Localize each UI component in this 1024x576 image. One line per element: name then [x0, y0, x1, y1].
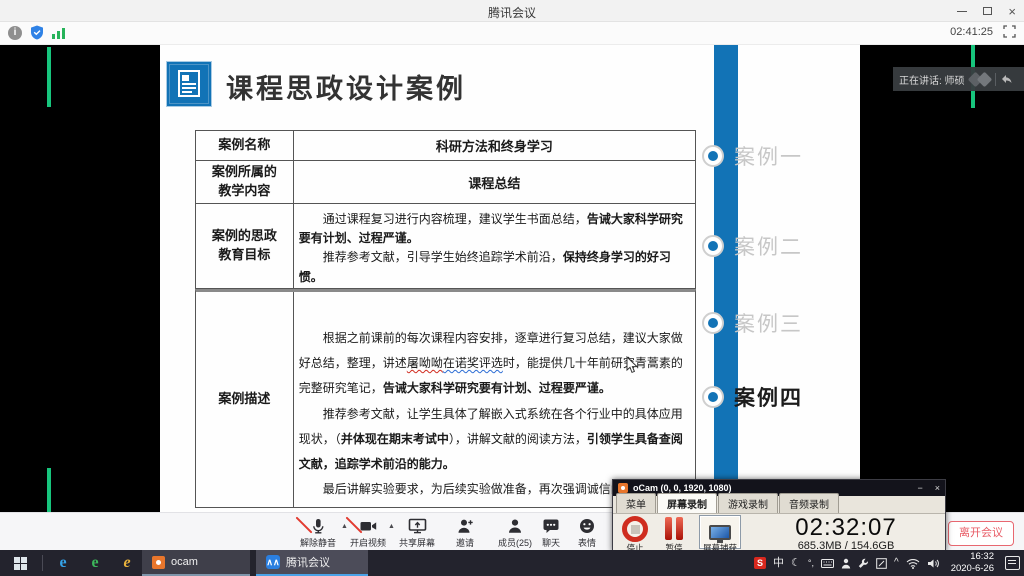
invite-person-icon — [442, 516, 488, 535]
ocam-tab-menu[interactable]: 菜单 — [616, 493, 656, 513]
speaking-indicator: 正在讲话: 师硕 — [893, 67, 1024, 91]
row-header: 案例描述 — [196, 292, 294, 507]
nav-item-case4[interactable]: 案例四 — [702, 382, 803, 412]
network-signal-icon[interactable] — [52, 27, 66, 39]
emoji-button[interactable]: 表情 — [564, 516, 610, 549]
nav-dot-icon — [702, 312, 724, 334]
monitor-icon — [709, 525, 731, 540]
presentation-slide: 课程思政设计案例 案例名称 科研方法和终身学习 案例所属的 教学内容 课程总结 … — [160, 45, 860, 512]
divider — [995, 73, 996, 86]
nav-dot-icon — [702, 386, 724, 408]
microphone-muted-icon — [295, 516, 341, 535]
ime-indicator[interactable]: 中 — [773, 558, 784, 569]
invite-button[interactable]: 邀请 — [442, 516, 488, 549]
ocam-app-icon — [618, 483, 628, 493]
divider — [42, 555, 43, 571]
share-screen-icon — [394, 516, 440, 535]
ocam-tab-screen-record[interactable]: 屏幕录制 — [657, 493, 717, 513]
close-icon[interactable]: × — [1008, 5, 1016, 18]
ocam-tab-game-record[interactable]: 游戏录制 — [718, 493, 778, 513]
meeting-info-icon[interactable]: i — [8, 26, 22, 40]
table-row: 案例所属的 教学内容 课程总结 — [195, 161, 696, 204]
row-value: 课程总结 — [294, 161, 695, 203]
speaker-icon[interactable] — [927, 558, 940, 569]
wifi-icon[interactable] — [906, 558, 920, 569]
app-window: 腾讯会议 × i 02:41:25 — [0, 0, 1024, 576]
shared-screen: 课程思政设计案例 案例名称 科研方法和终身学习 案例所属的 教学内容 课程总结 … — [0, 45, 1024, 512]
user-tray-icon[interactable] — [841, 558, 851, 569]
slide-document-icon — [166, 61, 212, 107]
meeting-info-bar: i 02:41:25 — [0, 22, 1024, 45]
action-center-icon[interactable] — [1005, 556, 1020, 570]
share-screen-button[interactable]: 共享屏幕 — [394, 516, 440, 549]
start-video-button[interactable]: 开启视频 — [345, 516, 391, 549]
taskbar-time: 16:32 — [970, 551, 994, 562]
start-button[interactable] — [0, 550, 40, 576]
edge-browser-icon[interactable]: e — [48, 550, 78, 576]
punctuation-indicator[interactable]: °, — [808, 559, 814, 568]
speaking-text: 正在讲话: 师硕 — [899, 72, 965, 87]
mouse-cursor — [626, 356, 639, 374]
row-header: 案例名称 — [196, 131, 294, 160]
ie-browser-icon[interactable]: e — [112, 550, 142, 576]
meeting-duration: 02:41:25 — [950, 26, 993, 38]
collapse-arrow-icon[interactable] — [1001, 74, 1012, 84]
table-row: 案例的思政 教育目标 通过课程复习进行内容梳理，建议学生书面总结，告诫大家科学研… — [195, 204, 696, 289]
nav-item-case3[interactable]: 案例三 — [702, 308, 803, 338]
window-titlebar[interactable]: 腾讯会议 × — [0, 0, 1024, 22]
windows-logo-icon — [14, 557, 27, 570]
fullscreen-icon[interactable] — [1003, 25, 1016, 38]
leave-meeting-button[interactable]: 离开会议 — [948, 521, 1014, 546]
nav-item-case2[interactable]: 案例二 — [702, 231, 803, 261]
table-row: 案例描述 根据之前课前的每次课程内容安排，逐章进行复习总结，建议大家做好总结，整… — [195, 289, 696, 508]
share-border-mark — [47, 47, 51, 107]
ocam-window[interactable]: oCam (0, 0, 1920, 1080) − × 菜单 屏幕录制 游戏录制… — [612, 479, 946, 552]
tray-expand-caret-icon[interactable]: ^ — [894, 558, 899, 568]
soft-keyboard-icon[interactable] — [821, 559, 834, 568]
case-nav-bar — [714, 45, 738, 512]
window-title: 腾讯会议 — [0, 4, 1024, 21]
taskbar-clock[interactable]: 16:32 2020-6-26 — [947, 551, 998, 575]
wrench-tray-icon[interactable] — [858, 558, 869, 569]
tencent-meeting-icon: ∧∧ — [266, 555, 280, 569]
unmute-button[interactable]: 解除静音 — [295, 516, 341, 549]
system-tray: S 中 ☾ °, ^ 16:32 — [754, 550, 1024, 576]
ocam-close-icon[interactable]: × — [935, 483, 940, 493]
ocam-body: 停止 暂停 屏幕捕获 02:32:07 685.3MB / 154.6GB — [613, 514, 945, 552]
share-border-mark — [47, 468, 51, 512]
taskbar-date: 2020-6-26 — [951, 563, 994, 574]
row-value: 根据之前课前的每次课程内容安排，逐章进行复习总结，建议大家做好总结，整理，讲述屠… — [294, 292, 695, 507]
record-timer: 02:32:07 — [753, 514, 939, 542]
row-header: 案例所属的 教学内容 — [196, 161, 294, 203]
ocam-app-icon — [152, 556, 165, 569]
row-value: 通过课程复习进行内容梳理，建议学生书面总结，告诫大家科学研究要有计划、过程严谨。… — [294, 204, 695, 288]
nav-dot-icon — [702, 235, 724, 257]
ocam-tab-audio-record[interactable]: 音频录制 — [779, 493, 839, 513]
speaker-avatar — [976, 71, 992, 87]
slide-title: 课程思政设计案例 — [226, 67, 466, 106]
minimize-icon[interactable] — [957, 11, 967, 12]
row-value: 科研方法和终身学习 — [294, 131, 695, 160]
windows-taskbar: e e e ocam ∧∧ 腾讯会议 S 中 ☾ °, — [0, 550, 1024, 576]
nav-item-case1[interactable]: 案例一 — [702, 141, 803, 171]
security-shield-icon[interactable] — [30, 25, 44, 40]
table-row: 案例名称 科研方法和终身学习 — [195, 130, 696, 161]
taskbar-app-ocam[interactable]: ocam — [142, 550, 250, 576]
maximize-icon[interactable] — [983, 7, 992, 15]
stop-record-button[interactable] — [622, 516, 648, 542]
pause-record-button[interactable] — [665, 517, 683, 540]
camera-off-icon — [345, 516, 391, 535]
ocam-minimize-icon[interactable]: − — [917, 483, 922, 493]
row-header: 案例的思政 教育目标 — [196, 204, 294, 288]
ocam-tab-bar: 菜单 屏幕录制 游戏录制 音频录制 — [613, 496, 945, 514]
notes-tray-icon[interactable] — [876, 558, 887, 569]
ocam-title: oCam (0, 0, 1920, 1080) — [633, 483, 905, 493]
360-browser-icon[interactable]: e — [80, 550, 110, 576]
case-table: 案例名称 科研方法和终身学习 案例所属的 教学内容 课程总结 案例的思政 教育目… — [195, 130, 696, 508]
moon-mode-icon[interactable]: ☾ — [791, 558, 801, 569]
smiley-icon — [564, 516, 610, 535]
taskbar-app-tencent-meeting[interactable]: ∧∧ 腾讯会议 — [256, 550, 368, 576]
sogou-input-icon[interactable]: S — [754, 557, 766, 569]
nav-dot-icon — [702, 145, 724, 167]
